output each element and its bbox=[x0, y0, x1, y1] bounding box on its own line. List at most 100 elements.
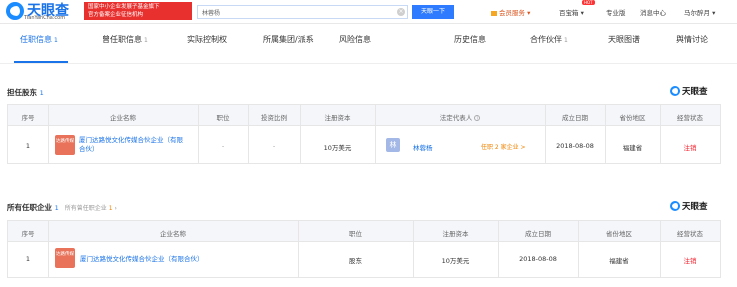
clear-icon[interactable]: × bbox=[397, 8, 405, 16]
col-header: 投资比例 bbox=[261, 114, 287, 122]
representative-positions-link[interactable]: 任职 2 家企业 > bbox=[481, 142, 526, 151]
tab-label: 舆情讨论 bbox=[676, 35, 708, 44]
history-count: 1 bbox=[108, 205, 113, 212]
positions-table: 序号 企业名称 职位 注册资本 成立日期 省份地区 经营状态 1 达路传媒 厦门… bbox=[7, 220, 721, 278]
company-logo[interactable]: 达路传媒 bbox=[55, 248, 75, 268]
table-header: 序号 企业名称 职位 注册资本 成立日期 省份地区 经营状态 bbox=[8, 221, 720, 242]
section-count: 1 bbox=[54, 204, 59, 212]
section-title-shareholder: 担任股东 1 bbox=[7, 87, 44, 98]
company-name-link[interactable]: 厦门达路悦文化传媒合伙企业（有限合伙） bbox=[79, 136, 189, 154]
tab-label: 历史信息 bbox=[454, 35, 486, 44]
tab-label: 天眼图谱 bbox=[608, 35, 640, 44]
company-name-link[interactable]: 厦门达路悦文化传媒合伙企业（有限合伙） bbox=[80, 255, 290, 264]
table-header: 序号 企业名称 职位 投资比例 注册资本 法定代表人? 成立日期 省份地区 经营… bbox=[8, 105, 720, 126]
status-badge: 注销 bbox=[683, 144, 697, 152]
col-header: 注册资本 bbox=[324, 114, 351, 122]
position-value: 股东 bbox=[349, 257, 362, 265]
logo-subtitle: TianYanCha.com bbox=[24, 15, 66, 21]
banner-line1: 国家中小企业发展子基金旗下 bbox=[88, 4, 160, 10]
tab-current-positions[interactable]: 任职信息 1 bbox=[20, 34, 58, 45]
brand-text: 天眼查 bbox=[682, 202, 708, 212]
former-positions-link[interactable]: 所有曾任职企业 1 › bbox=[65, 205, 117, 212]
brand-logo-icon bbox=[670, 86, 680, 96]
brand-logo-icon bbox=[670, 201, 680, 211]
status-badge: 注销 bbox=[683, 257, 697, 265]
col-header: 序号 bbox=[21, 114, 35, 122]
divider bbox=[578, 221, 579, 277]
col-header: 序号 bbox=[21, 230, 35, 238]
divider bbox=[300, 105, 301, 163]
tab-label: 所属集团/派系 bbox=[263, 35, 314, 44]
tab-label: 风险信息 bbox=[339, 35, 371, 44]
user-name: 马尔醉月 bbox=[684, 9, 710, 17]
crown-icon bbox=[491, 10, 497, 16]
tab-partners[interactable]: 合作伙伴 1 bbox=[530, 34, 568, 45]
divider bbox=[413, 221, 414, 277]
tab-label: 合作伙伴 bbox=[530, 35, 562, 44]
tab-count: 1 bbox=[54, 37, 58, 44]
tab-actual-control[interactable]: 实际控制权 bbox=[187, 34, 227, 45]
active-tab-indicator bbox=[14, 61, 68, 63]
toolbox-label: 百宝箱 bbox=[559, 9, 579, 17]
divider bbox=[248, 105, 249, 163]
region-value: 福建省 bbox=[609, 257, 629, 265]
tab-risk[interactable]: 风险信息 bbox=[339, 34, 371, 45]
tab-bar: 任职信息 1 曾任职信息 1 实际控制权 所属集团/派系 风险信息 历史信息 合作伙… bbox=[0, 24, 737, 64]
col-header: 企业名称 bbox=[110, 114, 136, 122]
tab-label: 曾任职信息 bbox=[102, 35, 142, 44]
col-header: 省份地区 bbox=[619, 114, 646, 122]
divider bbox=[498, 221, 499, 277]
brand-watermark: 天眼查 bbox=[670, 200, 708, 212]
section-title-all-positions: 所有任职企业 1 所有曾任职企业 1 › bbox=[7, 202, 117, 213]
divider bbox=[198, 105, 199, 163]
tab-graph[interactable]: 天眼图谱 bbox=[608, 34, 640, 45]
region-value: 福建省 bbox=[622, 144, 643, 152]
banner-line2: 官方备案企业征信机构 bbox=[88, 12, 144, 18]
user-menu[interactable]: 马尔醉月 ▾ bbox=[684, 7, 715, 17]
tab-opinion[interactable]: 舆情讨论 bbox=[676, 34, 708, 45]
brand-text: 天眼查 bbox=[682, 87, 708, 97]
vip-label: 会员服务 bbox=[499, 9, 525, 17]
divider bbox=[298, 221, 299, 277]
divider bbox=[545, 105, 546, 163]
promo-banner[interactable]: 国家中小企业发展子基金旗下 官方备案企业征信机构 bbox=[84, 2, 192, 20]
tab-label: 实际控制权 bbox=[187, 35, 227, 44]
pro-version-link[interactable]: 专业版 bbox=[606, 7, 626, 17]
divider bbox=[660, 105, 661, 163]
section-title-text: 所有任职企业 bbox=[7, 203, 52, 212]
tab-count: 1 bbox=[144, 37, 148, 44]
toolbox-link[interactable]: 百宝箱 ▾ bbox=[559, 7, 584, 17]
tab-group[interactable]: 所属集团/派系 bbox=[263, 34, 314, 45]
divider bbox=[375, 105, 376, 163]
top-bar: 天眼查 TianYanCha.com 国家中小企业发展子基金旗下 官方备案企业征… bbox=[0, 0, 737, 24]
tab-count: 1 bbox=[564, 37, 568, 44]
company-logo[interactable]: 达路传媒 bbox=[55, 135, 75, 155]
ratio-value: - bbox=[272, 142, 276, 150]
representative-avatar[interactable]: 林 bbox=[386, 138, 400, 152]
col-header: 企业名称 bbox=[160, 230, 186, 238]
search-button[interactable]: 天眼一下 bbox=[412, 5, 454, 19]
tab-former-positions[interactable]: 曾任职信息 1 bbox=[102, 34, 148, 45]
tab-label: 任职信息 bbox=[20, 35, 52, 44]
help-icon[interactable]: ? bbox=[474, 115, 481, 121]
logo-icon bbox=[6, 2, 24, 20]
divider bbox=[48, 105, 49, 163]
founded-date: 2018-08-08 bbox=[556, 142, 594, 150]
col-header: 成立日期 bbox=[525, 230, 551, 238]
col-header-text: 法定代表人 bbox=[439, 114, 473, 122]
position-value: - bbox=[221, 142, 225, 150]
tab-history[interactable]: 历史信息 bbox=[454, 34, 486, 45]
hot-badge: HOT bbox=[582, 0, 595, 5]
search-input[interactable] bbox=[202, 8, 352, 17]
col-header: 法定代表人? bbox=[375, 112, 545, 122]
representative-name-link[interactable]: 林蓉杨 bbox=[413, 142, 433, 152]
search-box: × bbox=[197, 5, 408, 19]
row-index: 1 bbox=[25, 255, 31, 263]
message-center-link[interactable]: 消息中心 bbox=[640, 7, 666, 17]
divider bbox=[605, 105, 606, 163]
vip-service-link[interactable]: 会员服务 ▾ bbox=[491, 7, 530, 17]
section-count: 1 bbox=[39, 89, 44, 97]
brand-watermark: 天眼查 bbox=[670, 85, 708, 97]
capital-value: 10万美元 bbox=[323, 144, 352, 152]
shareholder-table: 序号 企业名称 职位 投资比例 注册资本 法定代表人? 成立日期 省份地区 经营… bbox=[7, 104, 721, 164]
